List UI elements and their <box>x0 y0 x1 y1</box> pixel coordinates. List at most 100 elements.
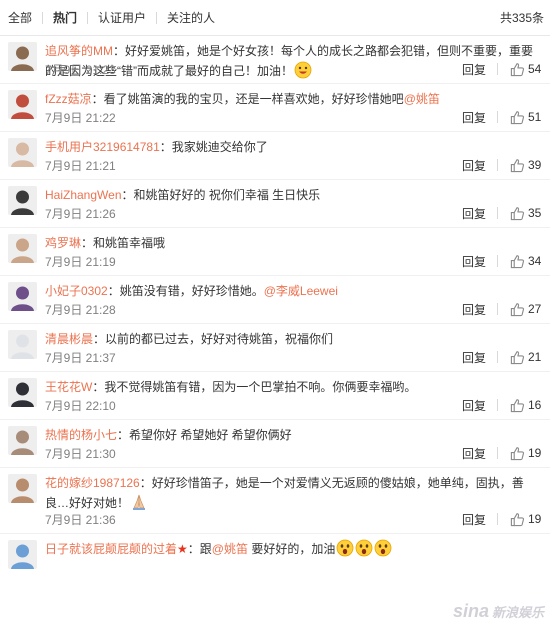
reply-button[interactable]: 回复 <box>462 301 486 318</box>
user-avatar[interactable] <box>8 282 37 311</box>
mention-link[interactable]: @李威Leewei <box>264 284 338 298</box>
comment-username[interactable]: 热情的杨小七 <box>45 428 117 442</box>
reply-button[interactable]: 回复 <box>462 205 486 222</box>
star-icon: ★ <box>177 542 188 556</box>
mention-link[interactable]: @姚笛 <box>404 92 440 106</box>
comment-item: 王花花W：我不觉得姚笛有错，因为一个巴掌拍不响。你俩要幸福哟。 7月9日 22:1… <box>0 372 550 420</box>
user-avatar[interactable] <box>8 186 37 215</box>
comment-list: 追风筝的MM：好好爱姚笛，她是个好女孩！每个人的成长之路都会犯错，但则不重要，重… <box>0 36 550 582</box>
thumbs-up-icon <box>510 254 525 268</box>
like-button[interactable]: 19 <box>510 446 542 461</box>
like-button[interactable]: 34 <box>510 254 542 269</box>
reply-button[interactable]: 回复 <box>462 61 486 78</box>
reply-button[interactable]: 回复 <box>462 511 486 528</box>
comment-text-prefix: ：跟 <box>187 542 212 556</box>
comment-username[interactable]: HaiZhangWen <box>45 188 122 202</box>
comment-timestamp: 7月9日 21:21 <box>45 158 116 173</box>
comment-timestamp: 7月9日 22:10 <box>45 398 116 413</box>
user-avatar[interactable] <box>8 234 37 263</box>
comment-actions: 回复 21 <box>462 349 542 366</box>
comment-content: HaiZhangWen：和姚笛好好的 祝你们幸福 生日快乐 <box>45 185 542 205</box>
thumbs-up-icon <box>510 158 525 172</box>
comment-content: 鸡罗琳：和姚笛幸福哦 <box>45 233 542 253</box>
mention-link[interactable]: @姚笛 <box>212 542 248 556</box>
comment-content: 手机用户3219614781：我家姚迪交给你了 <box>45 137 542 157</box>
comment-content: 热情的杨小七：希望你好 希望她好 希望你俩好 <box>45 425 542 445</box>
comment-item: 鸡罗琳：和姚笛幸福哦 7月9日 21:19 回复 34 <box>0 228 550 276</box>
user-avatar[interactable] <box>8 540 37 569</box>
reply-button[interactable]: 回复 <box>462 445 486 462</box>
comment-username[interactable]: 追风筝的MM <box>45 44 113 58</box>
like-count: 35 <box>528 206 542 220</box>
user-avatar[interactable] <box>8 378 37 407</box>
comment-footer: 7月9日 22:10 回复 16 <box>45 397 542 413</box>
comment-text: ：我不觉得姚笛有错，因为一个巴掌拍不响。你俩要幸福哟。 <box>92 380 417 394</box>
tab-all[interactable]: 全部 <box>8 11 42 25</box>
reply-button[interactable]: 回复 <box>462 397 486 414</box>
watermark: sina 新浪娱乐 <box>453 601 544 622</box>
like-count: 16 <box>528 398 542 412</box>
like-count: 34 <box>528 254 542 268</box>
like-count: 19 <box>528 446 542 460</box>
reply-button[interactable]: 回复 <box>462 253 486 270</box>
like-button[interactable]: 39 <box>510 158 542 173</box>
thumbs-up-icon <box>510 512 525 526</box>
user-avatar[interactable] <box>8 42 37 71</box>
like-button[interactable]: 35 <box>510 206 542 221</box>
action-divider <box>497 513 498 525</box>
comment-text: ：看了姚笛演的我的宝贝，还是一样喜欢她，好好珍惜她吧 <box>91 92 404 106</box>
surprised-emoji <box>374 539 392 557</box>
thumbs-up-icon <box>510 110 525 124</box>
comment-footer: 7月9日 21:23 回复 54 <box>45 61 542 77</box>
thumbs-up-icon <box>510 62 525 76</box>
comment-text: ：我家姚迪交给你了 <box>159 140 268 154</box>
user-avatar[interactable] <box>8 426 37 455</box>
comment-username[interactable]: 日子就该屁颠屁颠的过着 <box>45 542 177 556</box>
comment-username[interactable]: 清晨彬晨 <box>45 332 93 346</box>
comment-username[interactable]: 小妃子0302 <box>45 284 108 298</box>
watermark-text: 新浪娱乐 <box>491 605 544 620</box>
like-button[interactable]: 54 <box>510 62 542 77</box>
reply-button[interactable]: 回复 <box>462 349 486 366</box>
comment-footer: 7月9日 21:26 回复 35 <box>45 205 542 221</box>
comment-footer: 7月9日 21:36 回复 19 <box>45 511 542 527</box>
comment-username[interactable]: fZzz菇凉 <box>45 92 92 106</box>
comment-username[interactable]: 王花花W <box>45 380 92 394</box>
comment-item: 小妃子0302：姚笛没有错，好好珍惜她。@李威Leewei 7月9日 21:28 回… <box>0 276 550 324</box>
comment-text: ：以前的都已过去，好好对待姚笛，祝福你们 <box>93 332 334 346</box>
comment-footer: 7月9日 21:37 回复 21 <box>45 349 542 365</box>
comment-text: ：姚笛没有错，好好珍惜她。 <box>107 284 264 298</box>
action-divider <box>497 399 498 411</box>
user-avatar[interactable] <box>8 474 37 503</box>
comment-actions: 回复 54 <box>462 61 542 78</box>
like-button[interactable]: 16 <box>510 398 542 413</box>
surprised-emoji <box>336 539 354 557</box>
like-count: 39 <box>528 158 542 172</box>
comment-actions: 回复 51 <box>462 109 542 126</box>
user-avatar[interactable] <box>8 90 37 119</box>
reply-button[interactable]: 回复 <box>462 109 486 126</box>
action-divider <box>497 351 498 363</box>
comment-footer: 7月9日 21:19 回复 34 <box>45 253 542 269</box>
like-button[interactable]: 51 <box>510 110 542 125</box>
comment-username[interactable]: 手机用户3219614781 <box>45 140 160 154</box>
comment-item: 花的嫁纱1987126：好好珍惜笛子，她是一个对爱情义无返顾的傻姑娘，她单纯，固… <box>0 468 550 534</box>
user-avatar[interactable] <box>8 138 37 167</box>
action-divider <box>497 447 498 459</box>
comment-timestamp: 7月9日 21:28 <box>45 302 116 317</box>
like-button[interactable]: 19 <box>510 512 542 527</box>
thumbs-up-icon <box>510 302 525 316</box>
comment-actions: 回复 35 <box>462 205 542 222</box>
action-divider <box>497 207 498 219</box>
comment-username[interactable]: 花的嫁纱1987126 <box>45 476 140 490</box>
like-button[interactable]: 21 <box>510 350 542 365</box>
like-button[interactable]: 27 <box>510 302 542 317</box>
action-divider <box>497 303 498 315</box>
comment-username[interactable]: 鸡罗琳 <box>45 236 81 250</box>
comment-text: ：和姚笛好好的 祝你们幸福 生日快乐 <box>121 188 321 202</box>
tab-hot[interactable]: 热门 <box>43 11 87 25</box>
tab-following[interactable]: 关注的人 <box>157 11 225 25</box>
tab-verified-users[interactable]: 认证用户 <box>88 11 156 25</box>
reply-button[interactable]: 回复 <box>462 157 486 174</box>
user-avatar[interactable] <box>8 330 37 359</box>
